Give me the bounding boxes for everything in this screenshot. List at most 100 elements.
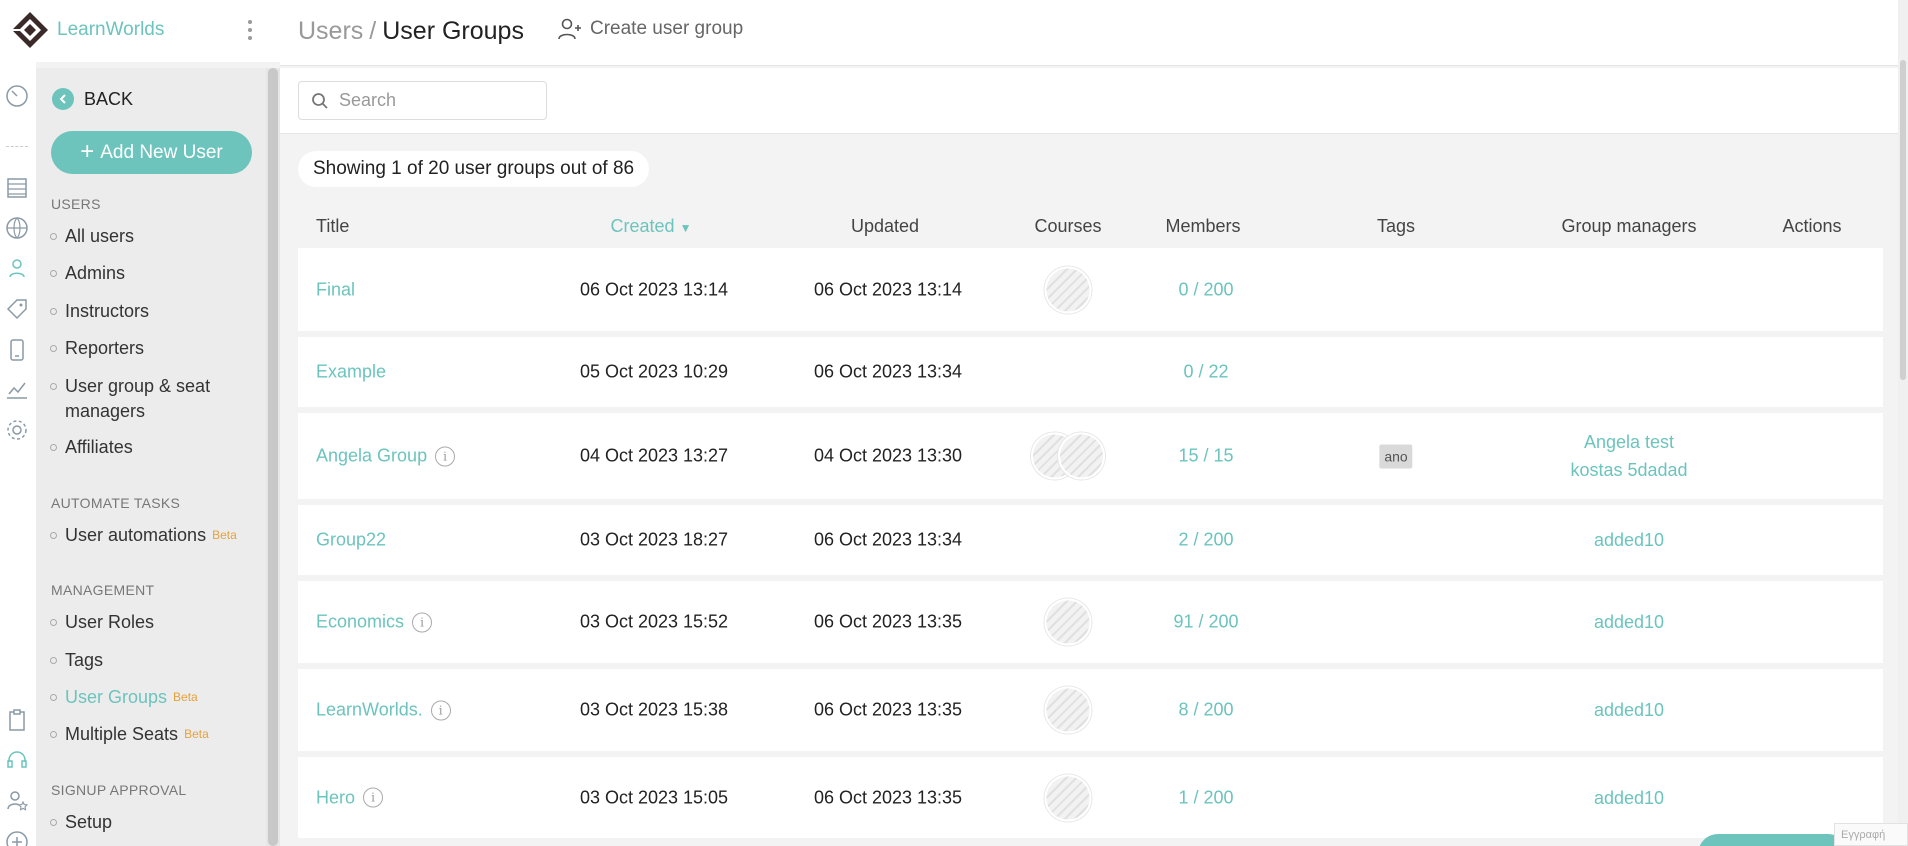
sidebar-scrollbar[interactable] [266, 68, 280, 846]
table-row[interactable]: Example 05 Oct 2023 10:29 06 Oct 2023 13:3… [298, 337, 1883, 407]
updated-date: 04 Oct 2023 13:30 [813, 445, 963, 466]
sidebar-item-admins[interactable]: Admins [50, 261, 125, 286]
group-title-link[interactable]: Example [316, 362, 386, 383]
sidebar-item-user-roles[interactable]: User Roles [50, 610, 154, 635]
group-title: Example [316, 361, 387, 382]
updated-date: 06 Oct 2023 13:35 [813, 699, 963, 720]
sidebar-item-tags[interactable]: Tags [50, 648, 103, 673]
settings-gear-icon[interactable] [5, 418, 29, 442]
sidebar-item-label: User automations [65, 525, 207, 545]
group-title: Hero [316, 787, 356, 807]
column-members[interactable]: Members [1165, 216, 1240, 237]
info-icon[interactable]: i [435, 446, 456, 466]
analytics-chart-icon[interactable] [5, 378, 29, 402]
table-row[interactable]: Final 06 Oct 2023 13:14 06 Oct 2023 13:14 0… [298, 248, 1883, 331]
members-count-link[interactable]: 2 / 200 [1178, 530, 1233, 551]
column-tags[interactable]: Tags [1377, 216, 1415, 237]
column-group-managers[interactable]: Group managers [1561, 216, 1696, 237]
group-title-link[interactable]: LearnWorlds. i [316, 700, 451, 721]
column-title[interactable]: Title [316, 216, 349, 237]
group-manager-link[interactable]: Angela test [1570, 428, 1687, 456]
table-row[interactable]: Angela Group i 04 Oct 2023 13:27 04 Oct 202… [298, 413, 1883, 499]
dashboard-gauge-icon[interactable] [5, 84, 29, 108]
group-title-link[interactable]: Economics i [316, 611, 433, 633]
members-count-link[interactable]: 8 / 200 [1178, 700, 1233, 721]
headset-support-icon[interactable] [5, 748, 29, 772]
table-row[interactable]: Economics i 03 Oct 2023 15:52 06 Oct 2023 1… [298, 581, 1883, 663]
clipboard-icon[interactable] [5, 708, 29, 732]
section-automate-tasks: AUTOMATE TASKS [51, 495, 181, 511]
info-icon[interactable]: i [412, 612, 433, 632]
group-title: Group22 [316, 529, 387, 550]
main-scrollbar[interactable] [1898, 0, 1908, 846]
add-circle-icon[interactable] [5, 830, 29, 846]
members-count-link[interactable]: 1 / 200 [1178, 787, 1233, 808]
group-manager-link[interactable]: added10 [1594, 784, 1664, 812]
members-count-link[interactable]: 0 / 22 [1183, 362, 1228, 383]
add-new-user-button[interactable]: + Add New User [51, 131, 252, 174]
back-button[interactable]: BACK [52, 88, 133, 110]
floating-action-button[interactable] [1698, 834, 1848, 846]
brand-name[interactable]: LearnWorlds [57, 19, 164, 41]
sidebar-item-reporters[interactable]: Reporters [50, 336, 144, 361]
sidebar-item-user-automations[interactable]: User automations Beta [50, 523, 237, 548]
course-thumbnail[interactable] [1044, 266, 1092, 313]
group-title-link[interactable]: Angela Group i [316, 446, 456, 467]
create-user-group-button[interactable]: Create user group [558, 18, 743, 40]
sidebar-item-affiliates[interactable]: Affiliates [50, 435, 133, 460]
members-count-link[interactable]: 91 / 200 [1173, 612, 1238, 633]
group-title-link[interactable]: Final [316, 279, 355, 300]
group-title: Economics [316, 611, 405, 632]
group-manager-link[interactable]: kostas 5dadad [1570, 456, 1687, 484]
user-star-icon[interactable] [5, 788, 29, 812]
price-tag-icon[interactable] [5, 297, 29, 321]
group-title-link[interactable]: Group22 [316, 530, 386, 551]
users-icon[interactable] [5, 256, 29, 280]
members-count-link[interactable]: 15 / 15 [1178, 446, 1233, 467]
more-options-icon[interactable] [244, 20, 256, 44]
icon-rail [0, 0, 36, 846]
course-thumbnails [1031, 432, 1105, 480]
info-icon[interactable]: i [430, 700, 451, 720]
course-thumbnail[interactable] [1044, 598, 1092, 646]
sidebar-item-multiple-seats[interactable]: Multiple Seats Beta [50, 722, 209, 747]
breadcrumb-users-link[interactable]: Users [298, 17, 363, 45]
label-line-1: User group & seat [65, 376, 211, 396]
globe-icon[interactable] [5, 216, 29, 240]
table-row[interactable]: Hero i 03 Oct 2023 15:05 06 Oct 2023 13:35 1… [298, 757, 1883, 838]
sidebar-item-setup[interactable]: Setup [50, 810, 112, 835]
mobile-app-icon[interactable] [5, 338, 29, 362]
learnworlds-logo-icon[interactable] [10, 10, 50, 50]
updated-date: 06 Oct 2023 13:34 [813, 529, 963, 550]
sidebar-item-seat-managers[interactable]: User group & seat managers [50, 374, 210, 424]
group-manager-link[interactable]: added10 [1594, 608, 1664, 636]
search-field[interactable] [298, 81, 547, 120]
table-row[interactable]: LearnWorlds. i 03 Oct 2023 15:38 06 Oct 202… [298, 669, 1883, 751]
sidebar-item-label: Multiple Seats [65, 724, 179, 744]
column-courses[interactable]: Courses [1034, 216, 1101, 237]
main-scrollbar-thumb[interactable] [1900, 60, 1906, 380]
group-title-link[interactable]: Hero i [316, 787, 384, 808]
course-thumbnail[interactable] [1044, 686, 1092, 734]
bullet [50, 694, 57, 701]
info-icon[interactable]: i [363, 787, 384, 808]
sidebar-item-label: Tags [65, 650, 104, 670]
sidebar-item-instructors[interactable]: Instructors [50, 299, 149, 324]
course-thumbnail[interactable] [1058, 432, 1105, 480]
created-date: 04 Oct 2023 13:27 [579, 445, 729, 466]
search-input[interactable] [339, 90, 529, 111]
column-created-sorted[interactable]: Created ▼ [611, 216, 692, 237]
sidebar-item-all-users[interactable]: All users [50, 224, 134, 249]
group-manager-link[interactable]: added10 [1594, 526, 1664, 554]
corner-badge[interactable]: Εγγραφή [1834, 823, 1908, 846]
table-row[interactable]: Group22 03 Oct 2023 18:27 06 Oct 2023 13:3… [298, 505, 1883, 575]
column-updated[interactable]: Updated [851, 216, 919, 237]
course-thumbnail[interactable] [1044, 774, 1092, 821]
created-date: 03 Oct 2023 15:05 [579, 787, 729, 807]
members-count-link[interactable]: 0 / 200 [1178, 279, 1233, 300]
sidebar-item-user-groups[interactable]: User Groups Beta [50, 685, 198, 710]
label-line-2: managers [65, 401, 146, 421]
pages-icon[interactable] [5, 176, 29, 200]
sidebar-scrollbar-thumb[interactable] [268, 68, 278, 846]
group-manager-link[interactable]: added10 [1594, 696, 1664, 724]
